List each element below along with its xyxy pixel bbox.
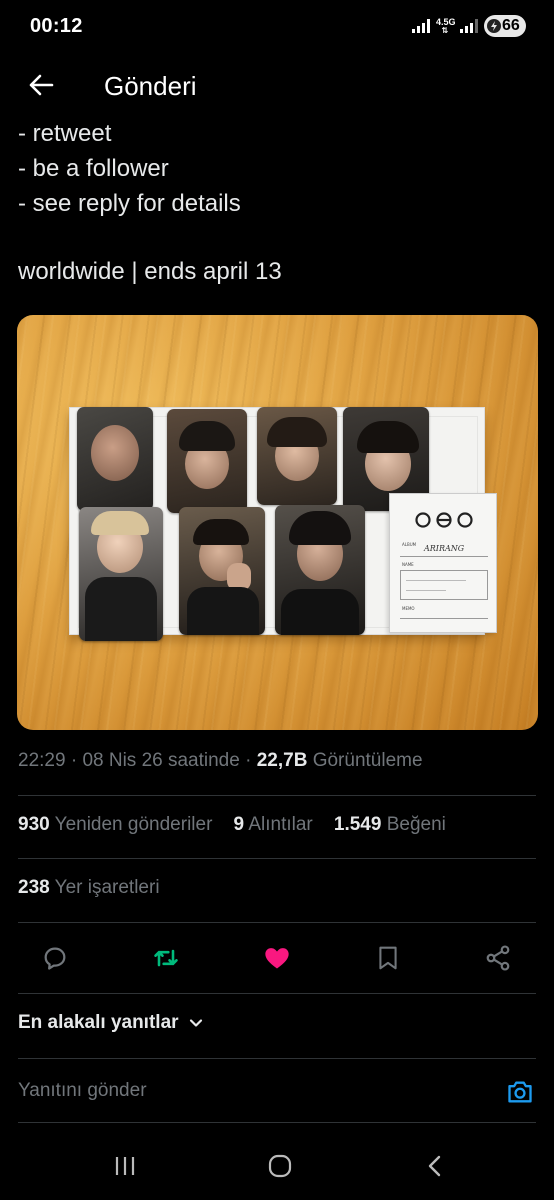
- photocard: [79, 507, 163, 641]
- system-back-button[interactable]: [414, 1150, 454, 1182]
- tweet-time: 22:29: [18, 750, 66, 771]
- reply-input[interactable]: [18, 1074, 478, 1108]
- status-icons: 4.5G ⇅ 66: [412, 14, 526, 38]
- retweet-icon: [154, 949, 178, 967]
- page-title: Gönderi: [104, 71, 197, 101]
- photocard: [257, 407, 337, 505]
- likes-stat[interactable]: 1.549 Beğeni: [334, 814, 446, 835]
- quotes-stat[interactable]: 9 Alıntılar: [234, 814, 313, 835]
- retweet-button[interactable]: [146, 938, 186, 978]
- name-label: NAME: [402, 562, 414, 567]
- photocard: [179, 507, 265, 635]
- bookmarks-stat[interactable]: 238 Yer işaretleri: [18, 877, 160, 899]
- home-button[interactable]: [260, 1150, 300, 1182]
- views-count: 22,7B: [256, 750, 308, 771]
- tweet-meta: 22:29 · 08 Nis 26 saatinde · 22,7B Görün…: [18, 750, 423, 771]
- battery-charging-icon: [487, 19, 501, 33]
- status-bar: 00:12 4.5G ⇅ 66: [0, 0, 554, 54]
- recent-apps-button[interactable]: [105, 1150, 145, 1182]
- home-icon: [268, 1154, 292, 1178]
- bookmark-button[interactable]: [368, 938, 408, 978]
- sort-label: En alakalı yanıtlar: [18, 1012, 179, 1033]
- photocard: [275, 505, 365, 635]
- tweet-text-line: - retweet: [18, 120, 112, 147]
- signal-icon: [460, 19, 478, 33]
- album-handwriting: ARIRANG: [424, 544, 465, 553]
- tweet-photo[interactable]: ALBUM ARIRANG NAME MEMO: [17, 315, 538, 730]
- back-icon: [428, 1155, 441, 1177]
- engagement-stats: 930 Yeniden gönderiler 9 Alıntılar 1.549…: [18, 814, 446, 836]
- like-icon: [265, 948, 289, 969]
- tweet-text-line: - be a follower: [18, 155, 169, 182]
- views-label: Görüntüleme: [312, 750, 423, 771]
- divider: [18, 795, 536, 796]
- like-button[interactable]: [257, 938, 297, 978]
- share-button[interactable]: [478, 938, 518, 978]
- chevron-down-icon: [189, 1019, 202, 1027]
- album-logo: [415, 512, 473, 528]
- system-nav-bar: [0, 1132, 554, 1200]
- tweet-text-line: - see reply for details: [18, 190, 241, 217]
- photocard: [167, 409, 247, 513]
- arrow-left-icon: [29, 74, 54, 96]
- recent-apps-icon: [115, 1157, 135, 1175]
- divider: [18, 1058, 536, 1059]
- reply-sort-dropdown[interactable]: En alakalı yanıtlar: [18, 1012, 203, 1034]
- camera-button[interactable]: [503, 1076, 537, 1108]
- reply-button[interactable]: [35, 938, 75, 978]
- camera-icon: [508, 1081, 532, 1103]
- photocard: [77, 407, 153, 511]
- network-type-label: 4.5G ⇅: [436, 16, 456, 35]
- reposts-stat[interactable]: 930 Yeniden gönderiler: [18, 814, 212, 835]
- signal-icon: [412, 19, 430, 33]
- bookmark-icon: [379, 946, 397, 970]
- tweet-text: - retweet - be a follower - see reply fo…: [18, 116, 538, 221]
- status-time: 00:12: [30, 15, 83, 37]
- share-icon: [486, 945, 510, 971]
- memo-label: MEMO: [402, 606, 415, 611]
- divider: [18, 858, 536, 859]
- divider: [18, 922, 536, 923]
- reply-composer: [0, 1060, 554, 1122]
- back-button[interactable]: [22, 66, 60, 104]
- album-label: ALBUM: [402, 542, 417, 547]
- battery-level: 66: [502, 17, 520, 34]
- divider: [18, 1122, 536, 1123]
- battery-indicator: 66: [484, 15, 526, 37]
- album-record-card: ALBUM ARIRANG NAME MEMO: [389, 493, 497, 633]
- reply-icon: [44, 947, 66, 970]
- app-header: Gönderi: [0, 54, 554, 116]
- divider: [18, 993, 536, 994]
- tweet-date: 08 Nis 26 saatinde: [82, 750, 240, 771]
- tweet-text-line: worldwide | ends april 13: [18, 258, 282, 285]
